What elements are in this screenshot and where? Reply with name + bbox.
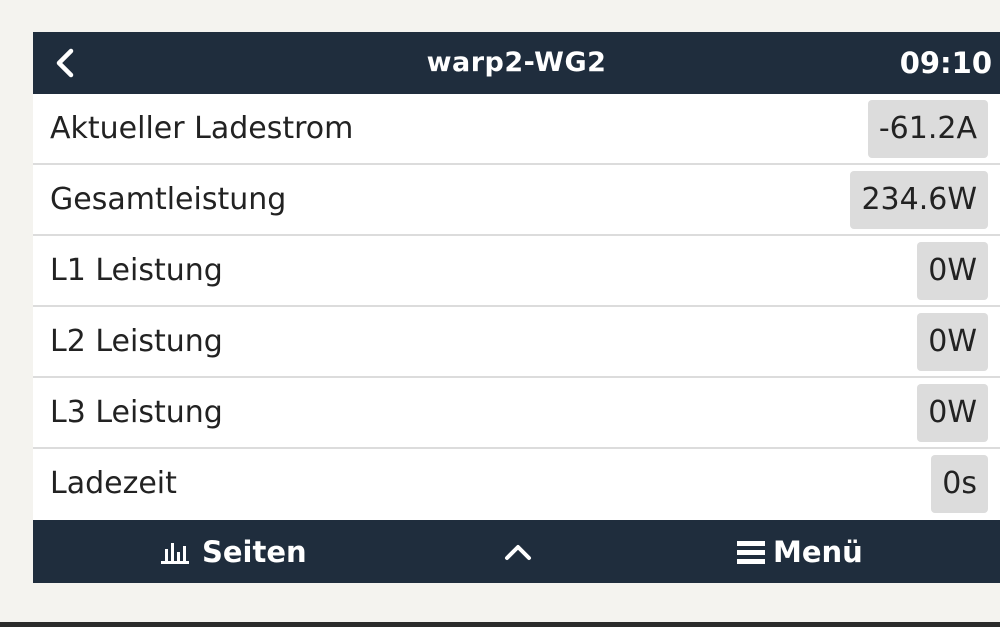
row-value: 0W bbox=[917, 384, 988, 442]
list-item-total-power[interactable]: Gesamtleistung 234.6W bbox=[33, 165, 1000, 236]
title-bar: warp2-WG2 09:10 bbox=[33, 32, 1000, 94]
row-label: Aktueller Ladestrom bbox=[50, 111, 354, 146]
row-label: Gesamtleistung bbox=[50, 182, 287, 217]
menu-button[interactable]: Menü bbox=[737, 520, 863, 583]
device-bezel-edge bbox=[0, 622, 1000, 627]
scroll-up-button[interactable] bbox=[501, 520, 535, 583]
row-label: Ladezeit bbox=[50, 466, 177, 501]
row-label: L2 Leistung bbox=[50, 324, 223, 359]
chevron-up-icon bbox=[505, 544, 531, 560]
row-label: L1 Leistung bbox=[50, 253, 223, 288]
list-item-charging-current[interactable]: Aktueller Ladestrom -61.2A bbox=[33, 94, 1000, 165]
row-value: 0W bbox=[917, 313, 988, 371]
clock: 09:10 bbox=[899, 46, 992, 80]
bottom-nav-bar: Seiten Menü bbox=[33, 520, 1000, 583]
pages-button[interactable]: Seiten bbox=[160, 520, 307, 583]
list-item-l1-power[interactable]: L1 Leistung 0W bbox=[33, 236, 1000, 307]
value-list: Aktueller Ladestrom -61.2A Gesamtleistun… bbox=[33, 94, 1000, 519]
device-screen: warp2-WG2 09:10 Aktueller Ladestrom -61.… bbox=[33, 32, 1000, 583]
row-value: 0s bbox=[931, 455, 988, 513]
row-value: 234.6W bbox=[850, 171, 988, 229]
row-value: -61.2A bbox=[867, 100, 988, 158]
list-item-charging-time[interactable]: Ladezeit 0s bbox=[33, 449, 1000, 519]
list-item-l2-power[interactable]: L2 Leistung 0W bbox=[33, 307, 1000, 378]
row-label: L3 Leistung bbox=[50, 395, 223, 430]
bar-chart-icon bbox=[161, 542, 189, 564]
hamburger-icon bbox=[737, 540, 765, 564]
pages-label: Seiten bbox=[202, 534, 307, 569]
row-value: 0W bbox=[917, 242, 988, 300]
list-item-l3-power[interactable]: L3 Leistung 0W bbox=[33, 378, 1000, 449]
menu-label: Menü bbox=[773, 534, 863, 569]
page-title: warp2-WG2 bbox=[426, 47, 607, 78]
